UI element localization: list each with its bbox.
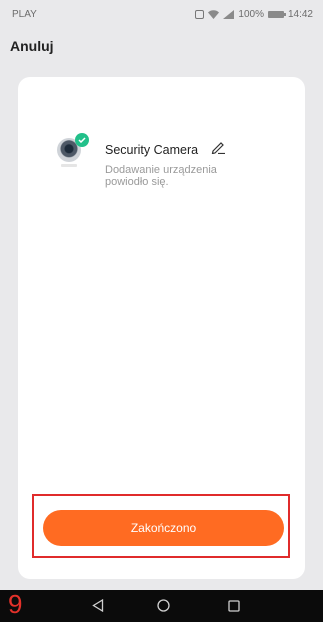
device-row: Security Camera Dodawanie urządzenia pow… — [53, 132, 245, 188]
battery-percent: 100% — [238, 9, 264, 20]
recent-apps-icon[interactable] — [228, 599, 240, 617]
edit-pencil-icon[interactable] — [210, 140, 226, 159]
carrier-name: PLAY — [12, 9, 37, 20]
camera-icon — [53, 132, 89, 170]
wifi-icon — [208, 10, 220, 19]
finish-button[interactable]: Zakończono — [43, 510, 284, 546]
signal-icon — [223, 10, 235, 19]
back-icon[interactable] — [92, 598, 104, 617]
clock: 14:42 — [287, 9, 313, 20]
navigation-bar: 9 — [0, 589, 323, 622]
vibrate-icon — [195, 10, 205, 19]
device-name: Security Camera — [105, 142, 199, 157]
step-number-label: 9 — [8, 589, 23, 619]
status-indicators: 100% 14:42 — [195, 9, 313, 20]
battery-icon — [267, 11, 286, 18]
device-info: Security Camera Dodawanie urządzenia pow… — [105, 132, 245, 188]
status-bar: PLAY 100% 14:42 — [0, 0, 323, 26]
cancel-button[interactable]: Anuluj — [10, 38, 54, 54]
check-icon — [75, 133, 89, 147]
home-icon[interactable] — [157, 599, 170, 617]
device-status: Dodawanie urządzenia powiodło się. — [105, 164, 217, 188]
